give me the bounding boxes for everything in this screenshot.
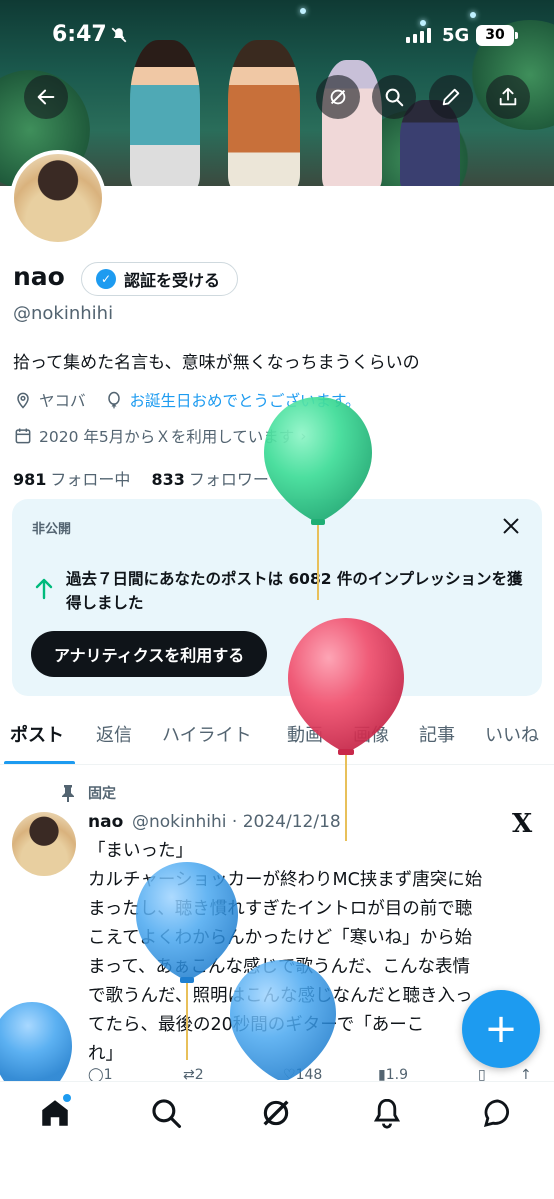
status-time: 6:47 <box>52 22 107 47</box>
network-label: 5G <box>442 25 470 46</box>
post-author-name[interactable]: nao <box>88 812 123 832</box>
post-avatar[interactable] <box>12 812 76 876</box>
x-logo-icon[interactable]: X <box>512 809 532 839</box>
location-pin-icon <box>17 392 29 409</box>
profile-location: ヤコバ <box>39 392 86 410</box>
pencil-icon <box>442 88 460 106</box>
tab-articles[interactable]: 記事 <box>419 721 455 747</box>
tab-posts[interactable]: ポスト <box>10 721 64 747</box>
grok-icon <box>330 89 346 105</box>
status-bar: 6:47 5G 30 <box>0 0 554 70</box>
blue-balloon <box>0 1002 72 1081</box>
following-count: 981 <box>13 470 47 489</box>
followers-count: 833 <box>151 470 185 489</box>
edit-button[interactable] <box>429 75 473 119</box>
green-balloon <box>264 397 372 600</box>
battery-icon: 30 <box>476 25 518 46</box>
tab-likes[interactable]: いいね <box>485 721 539 747</box>
grok-button[interactable] <box>316 75 360 119</box>
close-icon[interactable] <box>500 515 522 537</box>
plus-icon: + <box>484 1006 518 1052</box>
profile-name: nao <box>13 262 65 291</box>
verified-badge-icon: ✓ <box>96 269 116 289</box>
pink-balloon <box>288 618 404 841</box>
following-link[interactable]: 981 フォロー中 <box>13 470 130 489</box>
share-button[interactable] <box>486 75 530 119</box>
profile-avatar[interactable] <box>10 150 106 246</box>
search-icon[interactable] <box>149 1096 183 1130</box>
followers-link[interactable]: 833 フォロワー <box>152 470 269 489</box>
followers-label: フォロワー <box>188 470 269 489</box>
search-icon <box>385 88 404 107</box>
tab-replies[interactable]: 返信 <box>96 721 132 747</box>
bottom-navigation <box>0 1081 554 1199</box>
profile-bio: 拾って集めた名言も、意味が無くなっちまうくらいの <box>13 353 420 373</box>
profile-handle: @nokinhihi <box>13 303 114 324</box>
signal-icon <box>406 28 431 43</box>
notification-dot <box>63 1094 71 1102</box>
tab-highlights[interactable]: ハイライト <box>162 721 252 747</box>
compose-button[interactable]: + <box>462 990 540 1068</box>
balloon-icon <box>107 391 120 409</box>
pinned-indicator: 固定 <box>60 783 116 803</box>
arrow-left-icon <box>37 89 55 105</box>
pinned-label: 固定 <box>88 786 116 802</box>
following-label: フォロー中 <box>50 470 131 489</box>
get-verified-button[interactable]: ✓ 認証を受ける <box>81 262 239 296</box>
private-label: 非公開 <box>32 522 72 537</box>
get-verified-label: 認証を受ける <box>124 271 221 290</box>
silent-bell-icon <box>110 26 128 49</box>
search-button[interactable] <box>372 75 416 119</box>
messages-icon[interactable] <box>481 1096 515 1130</box>
pin-icon <box>62 785 74 802</box>
blue-balloon <box>230 960 336 1080</box>
bell-icon[interactable] <box>370 1096 404 1130</box>
follow-counts: 981 フォロー中 833 フォロワー <box>13 466 269 490</box>
arrow-up-icon <box>35 578 53 600</box>
active-tab-indicator <box>4 761 75 764</box>
share-icon <box>499 87 517 106</box>
calendar-icon <box>15 428 31 444</box>
joined-date[interactable]: 2020 年5月からＸを利用しています <box>39 425 294 447</box>
profile-tabs: ポスト 返信 ハイライト 動画 画像 記事 いいね <box>0 707 554 765</box>
analytics-button[interactable]: アナリティクスを利用する <box>31 631 268 677</box>
back-button[interactable] <box>24 75 68 119</box>
grok-icon[interactable] <box>259 1096 293 1130</box>
blue-balloon <box>136 862 238 1060</box>
